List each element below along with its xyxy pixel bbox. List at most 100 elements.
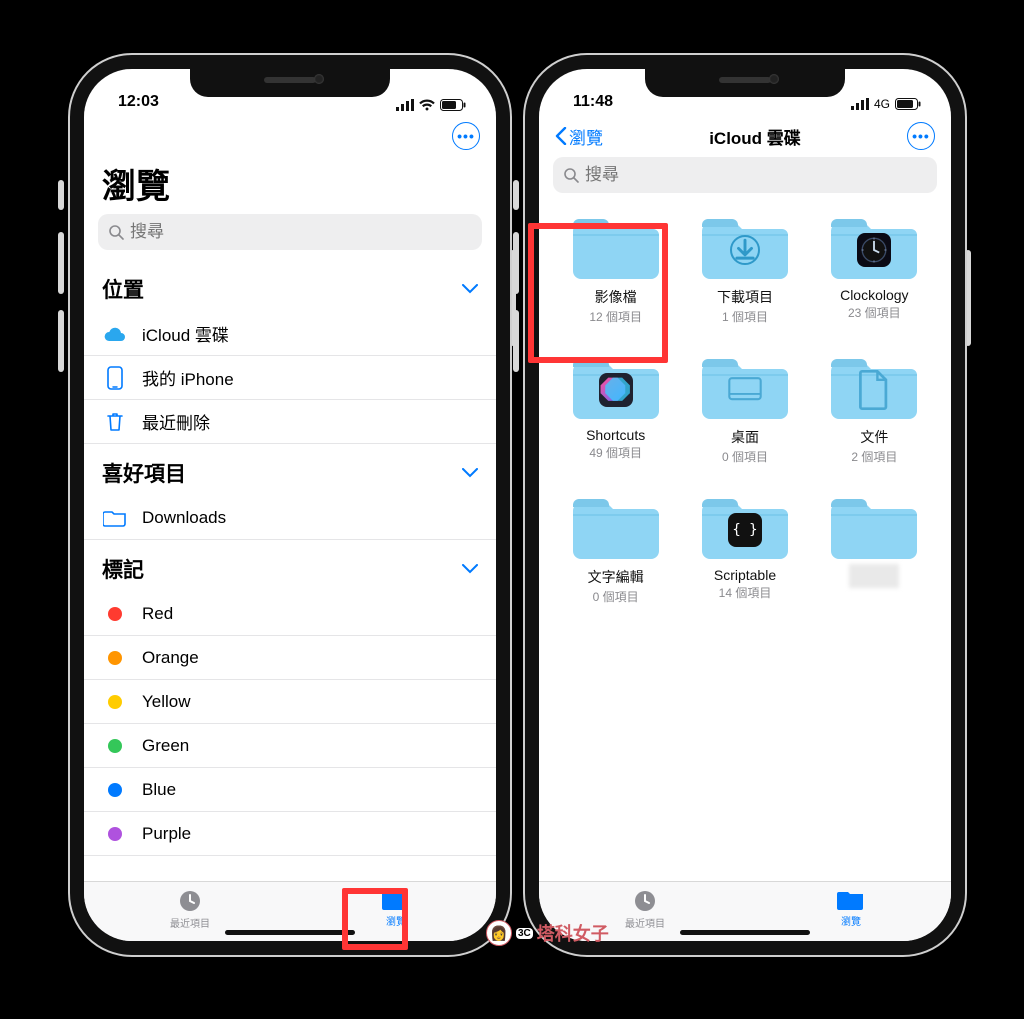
tab-recent[interactable]: 最近項目 xyxy=(625,888,665,930)
home-indicator[interactable] xyxy=(680,930,810,935)
tag-orange[interactable]: Orange xyxy=(84,636,496,680)
row-label: iCloud 雲碟 xyxy=(142,321,478,346)
tab-bar: 最近項目 瀏覽 xyxy=(84,881,496,941)
item-name: 下載項目 xyxy=(717,287,773,307)
item-subtitle: 0 個項目 xyxy=(722,448,768,465)
status-indicators: 4G xyxy=(851,97,921,111)
folder-icon xyxy=(102,509,128,527)
folder-item[interactable]: 文件 2 個項目 xyxy=(812,347,937,475)
search-input[interactable] xyxy=(585,165,927,185)
item-name: Scriptable xyxy=(714,567,776,583)
phone-right: 11:48 4G 瀏覽 iCloud 雲碟 ••• xyxy=(525,55,965,955)
chevron-down-icon xyxy=(462,564,478,574)
cloud-icon xyxy=(102,325,128,343)
section-locations[interactable]: 位置 xyxy=(84,260,496,312)
folder-icon: { } xyxy=(702,491,788,561)
favorite-downloads[interactable]: Downloads xyxy=(84,496,496,540)
folder-icon xyxy=(573,211,659,281)
location-recently-deleted[interactable]: 最近刪除 xyxy=(84,400,496,444)
section-tags[interactable]: 標記 xyxy=(84,540,496,592)
chevron-left-icon xyxy=(555,127,567,145)
back-button[interactable]: 瀏覽 xyxy=(555,124,603,149)
battery-icon xyxy=(895,98,921,110)
tag-dot xyxy=(108,783,122,797)
row-label: 最近刪除 xyxy=(142,409,478,434)
tag-blue[interactable]: Blue xyxy=(84,768,496,812)
tag-purple[interactable]: Purple xyxy=(84,812,496,856)
tab-label: 瀏覽 xyxy=(841,913,861,928)
search-field[interactable] xyxy=(98,214,482,250)
item-name: Shortcuts xyxy=(586,427,645,443)
item-subtitle: 23 個項目 xyxy=(848,304,901,321)
folder-item[interactable]: 桌面 0 個項目 xyxy=(682,347,807,475)
tag-dot xyxy=(108,607,122,621)
item-subtitle: 1 個項目 xyxy=(722,308,768,325)
row-label: Purple xyxy=(142,824,478,844)
watermark-text: 塔科女子 xyxy=(537,920,609,946)
row-label: 我的 iPhone xyxy=(142,365,478,390)
iphone-icon xyxy=(102,366,128,390)
search-icon xyxy=(108,224,124,240)
folder-item[interactable]: { } Scriptable 14 個項目 xyxy=(682,487,807,615)
section-favorites[interactable]: 喜好項目 xyxy=(84,444,496,496)
back-label: 瀏覽 xyxy=(569,124,603,149)
more-button[interactable]: ••• xyxy=(907,122,935,150)
status-time: 11:48 xyxy=(573,93,613,111)
search-icon xyxy=(563,167,579,183)
clock-icon xyxy=(177,888,203,914)
notch xyxy=(190,67,390,97)
network-label: 4G xyxy=(874,97,890,111)
folder-icon xyxy=(831,211,917,281)
tab-browse[interactable]: 瀏覽 xyxy=(837,888,865,928)
tab-recent[interactable]: 最近項目 xyxy=(170,888,210,930)
screen-left: 12:03 ••• 瀏覽 位置 xyxy=(84,69,496,941)
folder-item[interactable] xyxy=(812,487,937,615)
blurred-label xyxy=(849,564,899,588)
folder-icon xyxy=(573,491,659,561)
cellular-icon xyxy=(851,98,869,110)
folder-item[interactable]: Clockology 23 個項目 xyxy=(812,207,937,335)
browse-content[interactable]: 位置 iCloud 雲碟 我的 iPhone 最近刪除 喜好項目 xyxy=(84,260,496,881)
row-label: Yellow xyxy=(142,692,478,712)
scriptable-icon: { } xyxy=(728,513,762,547)
folder-item[interactable]: 文字編輯 0 個項目 xyxy=(553,487,678,615)
clock-icon xyxy=(632,888,658,914)
location-iphone[interactable]: 我的 iPhone xyxy=(84,356,496,400)
item-name: 桌面 xyxy=(731,427,759,447)
status-indicators xyxy=(396,99,466,111)
tag-dot xyxy=(108,651,122,665)
more-button[interactable]: ••• xyxy=(452,122,480,150)
location-icloud[interactable]: iCloud 雲碟 xyxy=(84,312,496,356)
tag-dot xyxy=(108,827,122,841)
search-input[interactable] xyxy=(130,222,472,242)
tag-yellow[interactable]: Yellow xyxy=(84,680,496,724)
folder-item[interactable]: 下載項目 1 個項目 xyxy=(682,207,807,335)
search-field[interactable] xyxy=(553,157,937,193)
icloud-grid[interactable]: 影像檔 12 個項目 下載項目 1 個項目 Clockology 23 個項目 … xyxy=(539,203,951,881)
folder-icon xyxy=(837,888,865,912)
chevron-down-icon xyxy=(462,468,478,478)
shortcuts-icon xyxy=(599,373,633,407)
folder-icon xyxy=(702,351,788,421)
tag-dot xyxy=(108,695,122,709)
page-title: 瀏覽 xyxy=(84,157,496,214)
nav-row: ••• xyxy=(84,115,496,157)
home-indicator[interactable] xyxy=(225,930,355,935)
row-label: Orange xyxy=(142,648,478,668)
folder-item[interactable]: 影像檔 12 個項目 xyxy=(553,207,678,335)
folder-item[interactable]: Shortcuts 49 個項目 xyxy=(553,347,678,475)
tag-red[interactable]: Red xyxy=(84,592,496,636)
item-subtitle: 49 個項目 xyxy=(589,444,642,461)
cellular-icon xyxy=(396,99,414,111)
folder-icon xyxy=(382,888,410,912)
tab-label: 瀏覽 xyxy=(386,913,406,928)
section-title: 位置 xyxy=(102,274,144,304)
tab-browse[interactable]: 瀏覽 xyxy=(382,888,410,928)
watchface-icon xyxy=(857,233,891,267)
tag-green[interactable]: Green xyxy=(84,724,496,768)
section-title: 標記 xyxy=(102,554,144,584)
item-subtitle: 12 個項目 xyxy=(589,308,642,325)
item-subtitle: 0 個項目 xyxy=(593,588,639,605)
item-subtitle: 14 個項目 xyxy=(719,584,772,601)
chevron-down-icon xyxy=(462,284,478,294)
